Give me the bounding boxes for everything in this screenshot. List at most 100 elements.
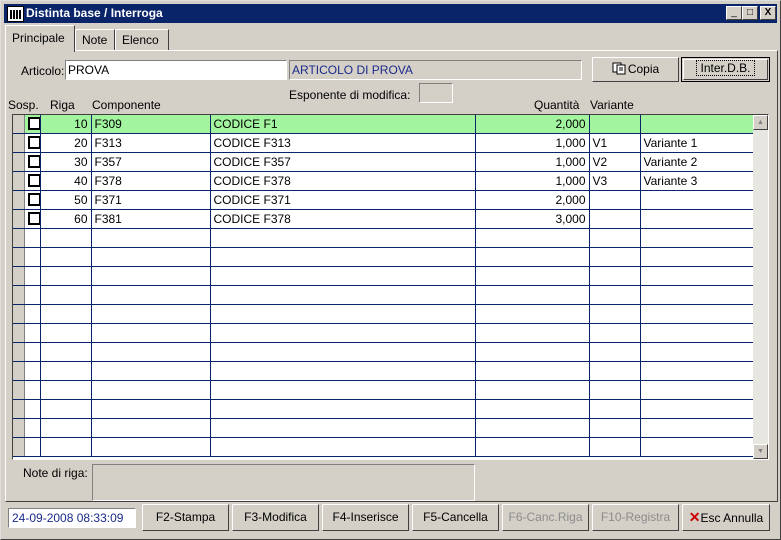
empty-row[interactable] [13, 361, 753, 381]
row-selector[interactable] [13, 171, 25, 191]
empty-cell [640, 266, 753, 286]
col-header-componente: Componente [92, 98, 161, 112]
copia-button[interactable]: Copia [592, 57, 679, 82]
cell-componente: F313 [91, 133, 211, 153]
empty-cell [475, 418, 590, 438]
cell-variante-desc: Variante 2 [640, 152, 753, 172]
empty-row[interactable] [13, 323, 753, 343]
empty-cell [589, 399, 641, 419]
inserisce-button[interactable]: F4-Inserisce [322, 504, 409, 531]
modifica-button[interactable]: F3-Modifica [232, 504, 319, 531]
empty-cell [91, 285, 211, 305]
table-row[interactable]: 30 F357 CODICE F357 1,000 V2 Variante 2 [13, 152, 753, 172]
sosp-checkbox[interactable] [27, 212, 39, 225]
minimize-button[interactable]: _ [726, 6, 742, 20]
cell-variante: V3 [589, 171, 641, 191]
row-selector[interactable] [13, 152, 25, 172]
sosp-checkbox[interactable] [27, 155, 39, 168]
empty-row[interactable] [13, 247, 753, 267]
registra-button[interactable]: F10-Registra [592, 504, 679, 531]
cell-quantita: 3,000 [475, 209, 590, 229]
stampa-button[interactable]: F2-Stampa [142, 504, 229, 531]
empty-cell [91, 380, 211, 400]
table-row[interactable]: 40 F378 CODICE F378 1,000 V3 Variante 3 [13, 171, 753, 191]
col-header-riga: Riga [50, 98, 75, 112]
col-header-sosp: Sosp. [8, 98, 39, 112]
empty-cell [640, 380, 753, 400]
sosp-checkbox[interactable] [27, 136, 39, 149]
empty-row[interactable] [13, 342, 753, 362]
empty-cell [91, 304, 211, 324]
empty-cell [91, 437, 211, 457]
sosp-checkbox[interactable] [27, 193, 39, 206]
esponente-field[interactable] [419, 83, 453, 103]
empty-row[interactable] [13, 399, 753, 419]
scroll-down-button[interactable]: ▼ [753, 444, 768, 459]
empty-cell [13, 342, 25, 362]
cell-riga: 30 [40, 152, 92, 172]
col-header-variante: Variante [590, 98, 634, 112]
empty-cell [40, 437, 92, 457]
maximize-button[interactable]: □ [742, 6, 758, 20]
close-button[interactable]: X [760, 6, 776, 20]
sosp-checkbox[interactable] [27, 117, 39, 130]
title-bar[interactable]: Distinta base / Interroga _ □ X [4, 4, 777, 23]
empty-cell [210, 342, 476, 362]
sosp-checkbox[interactable] [27, 174, 39, 187]
tab-elenco[interactable]: Elenco [115, 29, 169, 51]
components-table: 10 F309 CODICE F1 2,000 20 F313 CODICE F313 1,0… [13, 115, 753, 457]
empty-cell [24, 399, 41, 419]
empty-cell [475, 304, 590, 324]
empty-cell [13, 228, 25, 248]
empty-cell [24, 342, 41, 362]
empty-cell [91, 266, 211, 286]
empty-cell [589, 285, 641, 305]
empty-cell [210, 228, 476, 248]
empty-cell [210, 323, 476, 343]
row-selector[interactable] [13, 209, 25, 229]
empty-cell [91, 418, 211, 438]
table-row[interactable]: 10 F309 CODICE F1 2,000 [13, 115, 753, 134]
copia-label: Copia [627, 62, 660, 76]
row-selector[interactable] [13, 190, 25, 210]
empty-row[interactable] [13, 304, 753, 324]
empty-cell [91, 361, 211, 381]
empty-row[interactable] [13, 266, 753, 286]
grid-scrollbar[interactable]: ▲ ▼ [753, 115, 768, 459]
cell-variante-desc: Variante 1 [640, 133, 753, 153]
main-window: Distinta base / Interroga _ □ X Principa… [0, 0, 781, 540]
empty-row[interactable] [13, 228, 753, 248]
components-grid[interactable]: 10 F309 CODICE F1 2,000 20 F313 CODICE F313 1,0… [12, 114, 769, 460]
empty-row[interactable] [13, 437, 753, 457]
empty-row[interactable] [13, 380, 753, 400]
row-selector[interactable] [13, 133, 25, 153]
canc-riga-button[interactable]: F6-Canc.Riga [502, 504, 589, 531]
empty-cell [24, 380, 41, 400]
cell-sosp [24, 209, 41, 229]
empty-row[interactable] [13, 285, 753, 305]
note-field[interactable] [92, 464, 475, 501]
articolo-code-input[interactable]: PROVA [65, 60, 287, 80]
tab-principale[interactable]: Principale [5, 25, 75, 52]
interdb-button[interactable]: Inter.D.B. [681, 57, 770, 82]
empty-cell [40, 266, 92, 286]
empty-row[interactable] [13, 418, 753, 438]
cancella-button[interactable]: F5-Cancella [412, 504, 499, 531]
datetime-display: 24-09-2008 08:33:09 [8, 508, 136, 528]
row-selector[interactable] [13, 115, 25, 134]
table-row[interactable]: 50 F371 CODICE F371 2,000 [13, 190, 753, 210]
empty-cell [210, 285, 476, 305]
cell-componente: F357 [91, 152, 211, 172]
empty-cell [24, 437, 41, 457]
tab-note[interactable]: Note [75, 29, 115, 51]
empty-cell [640, 399, 753, 419]
empty-cell [589, 247, 641, 267]
empty-cell [40, 418, 92, 438]
scroll-up-button[interactable]: ▲ [753, 115, 768, 130]
table-row[interactable]: 60 F381 CODICE F378 3,000 [13, 209, 753, 229]
empty-cell [40, 323, 92, 343]
note-label: Note di riga: [23, 466, 88, 480]
cell-variante [589, 190, 641, 210]
esc-annulla-button[interactable]: ✕Esc Annulla [682, 504, 770, 531]
table-row[interactable]: 20 F313 CODICE F313 1,000 V1 Variante 1 [13, 133, 753, 153]
